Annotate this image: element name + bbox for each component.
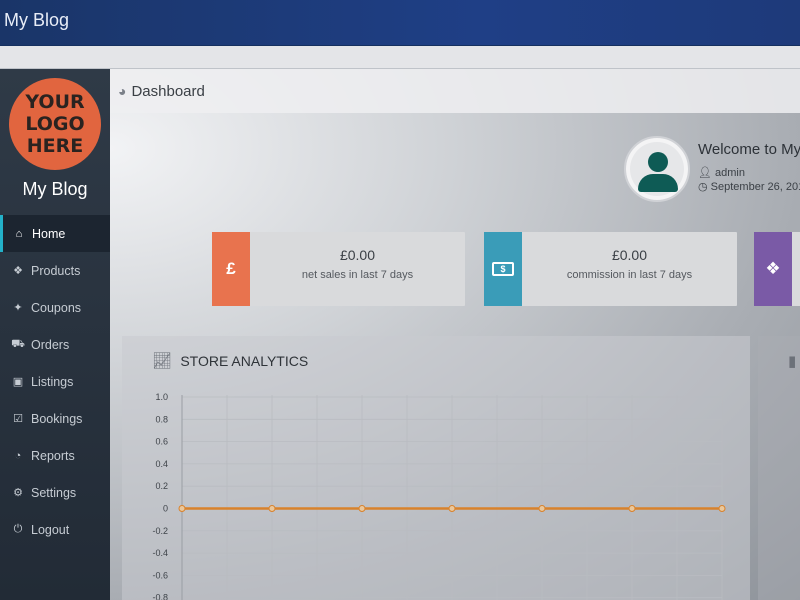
pie-chart-icon: ◔ xyxy=(14,449,22,462)
logo-text-line2: LOGO xyxy=(25,113,85,135)
page-title: Dashboard xyxy=(131,82,205,100)
logo-text-line3: HERE xyxy=(26,135,84,157)
app-title: My Blog xyxy=(4,10,70,30)
stat-card-commission[interactable]: $ £0.00 commission in last 7 days xyxy=(484,232,737,306)
sidebar-item-coupons[interactable]: ✦ Coupons xyxy=(0,289,110,326)
y-tick-label: -0.4 xyxy=(152,548,168,558)
sidebar-item-orders[interactable]: ⛟ Orders xyxy=(0,326,110,363)
sidebar-item-settings[interactable]: ⚙ Settings xyxy=(0,474,110,511)
app-title-bar: My Blog xyxy=(0,0,800,46)
stat-label: commission in last 7 days xyxy=(566,269,693,281)
briefcase-icon: ▣ xyxy=(12,376,24,388)
sub-toolbar xyxy=(0,46,800,69)
sidebar-item-bookings[interactable]: ☑ Bookings xyxy=(0,400,110,437)
bar-chart-icon: ▮ xyxy=(788,353,796,370)
sidebar-item-label: Products xyxy=(31,263,81,278)
secondary-chart-panel: 1.00.80.60.40.20-0.2-0.4-0.6-0.8▮ xyxy=(758,336,800,600)
sidebar-item-label: Coupons xyxy=(31,300,82,315)
user-icon: 👤︎ xyxy=(698,167,712,179)
pound-icon: £ xyxy=(212,232,250,306)
money-icon-glyph: $ xyxy=(492,262,514,276)
stat-amount: £0.00 xyxy=(611,247,648,263)
avatar[interactable] xyxy=(624,136,690,202)
site-name[interactable]: My Blog xyxy=(0,179,110,200)
main-content: ◕ Dashboard Welcome to My 👤︎ admin ◷ Sep… xyxy=(110,69,800,600)
money-icon: $ xyxy=(484,232,522,306)
sidebar-item-label: Logout xyxy=(31,522,70,537)
home-icon: ⌂ xyxy=(15,227,23,240)
y-tick-label: 1.0 xyxy=(155,392,168,402)
logo-text-line1: YOUR xyxy=(25,91,85,113)
sidebar-item-label: Reports xyxy=(31,448,75,463)
y-tick-label: -0.8 xyxy=(152,593,168,600)
page-header: ◕ Dashboard xyxy=(110,69,800,113)
y-tick-label: 0.2 xyxy=(155,481,168,491)
secondary-chart: 1.00.80.60.40.20-0.2-0.4-0.6-0.8▮ xyxy=(788,353,796,370)
data-point[interactable] xyxy=(538,505,546,512)
cubes-icon: ❖ xyxy=(13,265,23,277)
store-analytics-chart: 1.0 0.8 0.6 0.4 0.2 0 -0.2 -0.4 -0.6 -0.8 xyxy=(152,392,726,600)
data-point[interactable] xyxy=(268,505,276,512)
calendar-check-icon: ☑ xyxy=(13,413,23,425)
logo[interactable]: YOUR LOGO HERE xyxy=(9,78,101,170)
sidebar-item-home[interactable]: ⌂ Home xyxy=(0,215,110,252)
sidebar-nav: ⌂ Home ❖ Products ✦ Coupons ⛟ Orders ▣ L… xyxy=(0,215,110,548)
y-tick-label: 0 xyxy=(163,504,168,514)
avatar-body-shape xyxy=(638,174,678,192)
data-point[interactable] xyxy=(628,505,636,512)
stat-label: net sales in last 7 days xyxy=(301,269,414,281)
clock-icon: ◷ xyxy=(698,181,708,193)
data-point[interactable] xyxy=(358,505,366,512)
store-analytics-panel: 📈︎ STORE ANALYTICS 1.0 0.8 0.6 0.4 0.2 0 -0.2-… xyxy=(122,336,750,600)
data-point[interactable] xyxy=(718,505,726,512)
sidebar-item-label: Orders xyxy=(31,337,70,352)
y-tick-label: -0.2 xyxy=(152,526,168,536)
data-point[interactable] xyxy=(178,505,186,512)
sidebar-item-listings[interactable]: ▣ Listings xyxy=(0,363,110,400)
stat-card-net-sales[interactable]: £ £0.00 net sales in last 7 days xyxy=(212,232,465,306)
dashboard-gauge-icon: ◕ xyxy=(118,83,127,99)
sidebar-item-label: Listings xyxy=(31,374,74,389)
sidebar: YOUR LOGO HERE My Blog ⌂ Home ❖ Products… xyxy=(0,69,110,600)
y-tick-label: 0.4 xyxy=(155,459,168,469)
stat-amount: £0.00 xyxy=(339,247,376,263)
welcome-user: 👤︎ admin xyxy=(698,166,745,179)
gift-icon: ✦ xyxy=(13,302,23,314)
sidebar-item-label: Bookings xyxy=(31,411,83,426)
y-tick-label: 0.6 xyxy=(155,437,168,447)
stat-card-third[interactable]: ❖ xyxy=(754,232,800,306)
sidebar-item-label: Home xyxy=(32,226,66,241)
avatar-head-shape xyxy=(648,152,668,172)
welcome-date: ◷ September 26, 201 xyxy=(698,180,800,193)
welcome-username: admin xyxy=(715,167,745,179)
sidebar-item-reports[interactable]: ◔ Reports xyxy=(0,437,110,474)
sidebar-item-label: Settings xyxy=(31,485,77,500)
welcome-text: Welcome to My xyxy=(698,141,800,158)
y-tick-label: -0.6 xyxy=(152,570,168,580)
welcome-date-text: September 26, 201 xyxy=(710,181,800,193)
sidebar-item-logout[interactable]: ⏻ Logout xyxy=(0,511,110,548)
sidebar-item-products[interactable]: ❖ Products xyxy=(0,252,110,289)
cart-icon: ⛟ xyxy=(11,337,25,350)
data-point[interactable] xyxy=(448,505,456,512)
cogs-icon: ⚙ xyxy=(13,487,23,499)
power-icon: ⏻ xyxy=(13,523,23,535)
cubes-icon: ❖ xyxy=(754,232,792,306)
y-tick-label: 0.8 xyxy=(155,414,168,424)
